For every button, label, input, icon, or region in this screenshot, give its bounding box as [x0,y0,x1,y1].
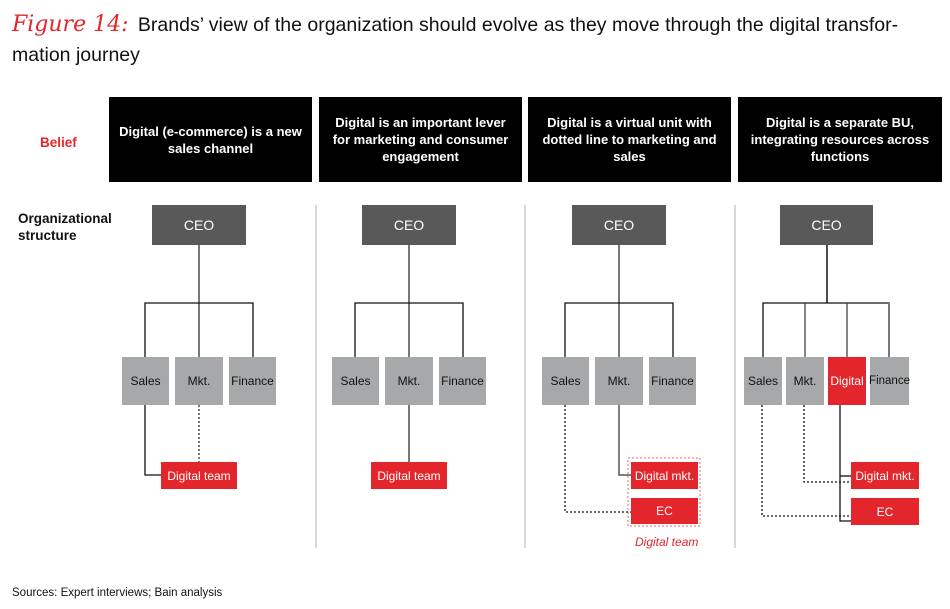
dept-box-mkt: Mkt. [786,357,824,405]
ceo-box: CEO [572,205,666,245]
sales-to-ec-dotted-line [761,405,852,517]
mkt-to-digital-mkt-line [618,405,631,476]
digital-mkt-box: Digital mkt. [851,462,919,489]
stage-2-connectors [354,244,464,463]
dept-box-sales: Sales [122,357,169,405]
dept-bracket-line [762,302,890,358]
source-note: Sources: Expert interviews; Bain analysi… [12,587,223,599]
dept-box-sales: Sales [542,357,589,405]
digital-team-group-label: Digital team [635,535,699,549]
dept-box-digital: Digital [828,357,866,405]
ceo-box: CEO [780,205,873,245]
ec-box: EC [851,498,919,525]
mkt-to-digital-mkt-dotted-line [803,405,852,483]
digital-team-box: Digital team [161,462,237,489]
dept-box-finance: Finance [229,357,276,405]
dept-box-mkt: Mkt. [595,357,643,405]
dept-box-sales: Sales [744,357,782,405]
dept-box-mkt: Mkt. [175,357,223,405]
dept-box-sales: Sales [332,357,379,405]
ceo-box: CEO [152,205,246,245]
dept-box-finance: Finance [649,357,696,405]
sales-to-ec-dotted-line [564,405,631,513]
org-chart-connectors [144,244,890,527]
digital-team-box: Digital team [371,462,447,489]
ceo-box: CEO [362,205,456,245]
dept-box-finance: Finance [869,357,910,405]
dept-box-finance: Finance [439,357,486,405]
digital-mkt-box: Digital mkt. [631,462,698,489]
ec-box: EC [631,498,698,524]
dept-box-mkt: Mkt. [385,357,433,405]
sales-to-digital-team-line [144,405,162,476]
